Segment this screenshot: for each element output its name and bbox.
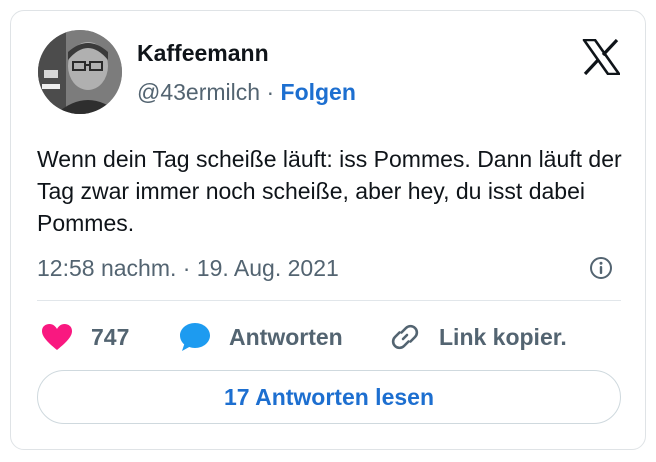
like-button[interactable]: 747 <box>41 319 129 355</box>
author-name[interactable]: Kaffeemann <box>137 40 269 67</box>
avatar-photo <box>38 30 122 114</box>
heart-icon <box>42 324 72 350</box>
tweet-card: Kaffeemann @43ermilch · Folgen Wenn dein… <box>10 10 646 450</box>
read-replies-button[interactable]: 17 Antworten lesen <box>37 370 621 424</box>
separator-dot: · <box>266 79 275 105</box>
info-icon[interactable] <box>589 256 613 280</box>
reply-label: Antworten <box>229 323 343 350</box>
tweet-text: Wenn dein Tag scheiße läuft: iss Pommes.… <box>37 146 622 236</box>
author-handle-row: @43ermilch · Folgen <box>137 79 356 106</box>
follow-button[interactable]: Folgen <box>281 79 356 105</box>
reply-button[interactable]: Antworten <box>179 319 343 355</box>
tweet-timestamp[interactable]: 12:58 nachm. · 19. Aug. 2021 <box>37 255 339 282</box>
like-count: 747 <box>91 323 130 350</box>
author-handle[interactable]: @43ermilch <box>137 79 260 105</box>
link-icon <box>391 324 419 350</box>
divider <box>37 300 621 301</box>
speech-bubble-icon <box>180 323 210 351</box>
copy-link-label: Link kopier. <box>439 323 567 350</box>
avatar[interactable] <box>38 30 122 114</box>
copy-link-button[interactable]: Link kopier. <box>389 319 567 355</box>
x-logo-icon[interactable] <box>582 39 620 75</box>
